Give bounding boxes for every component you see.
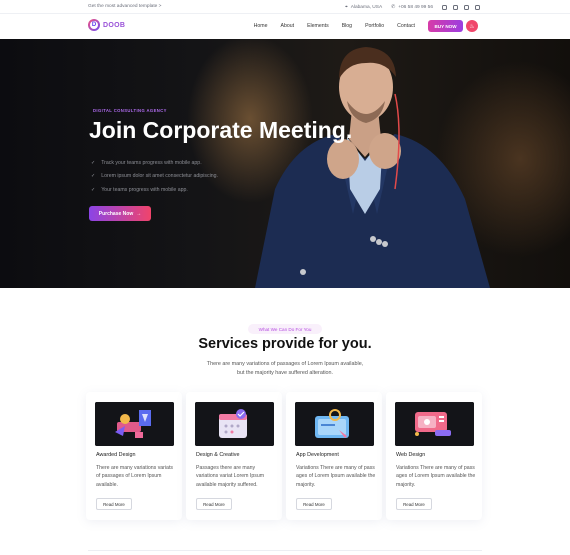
- check-icon: ✓: [91, 159, 96, 166]
- hero-title: Join Corporate Meeting.: [89, 117, 353, 143]
- nav-item-blog[interactable]: Blog: [342, 23, 352, 29]
- facebook-icon[interactable]: [442, 4, 447, 10]
- card-text: Variations There are many of pass ages o…: [396, 465, 476, 488]
- nav-item-elements[interactable]: Elements: [307, 23, 329, 29]
- phone-info[interactable]: ✆ +06 58 49 99 56: [391, 5, 433, 10]
- card-title: Awarded Design: [96, 452, 136, 458]
- nav-item-about[interactable]: About: [281, 23, 295, 29]
- buy-now-button[interactable]: BUY NOW: [428, 20, 463, 32]
- location-info: ⌖ Alabama, USA: [344, 4, 383, 11]
- read-more-button[interactable]: Read More: [196, 498, 232, 510]
- hero-checklist: ✓ Track your teams progress with mobile a…: [91, 156, 218, 197]
- instagram-icon[interactable]: [464, 4, 469, 10]
- service-card-design-creative: Design & Creative Passages there are man…: [186, 392, 282, 520]
- logo[interactable]: D DOOB: [88, 19, 125, 31]
- check-icon: ✓: [91, 186, 96, 193]
- read-more-button[interactable]: Read More: [96, 498, 132, 510]
- hero-image: [255, 47, 490, 288]
- promo-link[interactable]: Get the most advanced template >: [88, 4, 161, 9]
- checklist-item: ✓ Track your teams progress with mobile a…: [91, 156, 218, 170]
- top-bar: Get the most advanced template > ⌖ Alaba…: [0, 0, 570, 14]
- services-tag: What We Can Do For You: [248, 324, 322, 334]
- social-links: [442, 4, 480, 10]
- checklist-item: ✓ Your teams progress with mobile app.: [91, 183, 218, 197]
- nav-item-contact[interactable]: Contact: [397, 23, 415, 29]
- location-text: Alabama, USA: [350, 4, 383, 10]
- twitter-icon[interactable]: [453, 4, 458, 10]
- theme-button[interactable]: ♨: [466, 20, 478, 32]
- awarded-design-illustration: [95, 402, 174, 446]
- services-desc-line: There are many variations of passages of…: [206, 361, 364, 367]
- nav-item-home[interactable]: Home: [254, 23, 268, 29]
- card-text: Variations There are many of pass ages o…: [296, 465, 376, 488]
- services-desc-line: but the majority have suffered alteratio…: [236, 369, 334, 376]
- phone-icon: ✆: [391, 4, 396, 10]
- flame-icon: ♨: [469, 23, 475, 30]
- nav-item-portfolio[interactable]: Portfolio: [365, 23, 384, 29]
- web-design-illustration: [395, 402, 474, 446]
- service-card-app-development: App Development Variations There are man…: [286, 392, 382, 520]
- card-title: Web Design: [396, 452, 426, 458]
- logo-mark: D: [88, 19, 100, 31]
- section-divider: [88, 550, 482, 551]
- design-creative-illustration: [195, 402, 274, 446]
- hero-section: DIGITAL CONSULTING AGENCY Join Corporate…: [0, 39, 570, 288]
- services-description: There are many variations of passages of…: [0, 360, 570, 377]
- hero-tagline: DIGITAL CONSULTING AGENCY: [93, 108, 167, 113]
- checklist-text: Track your teams progress with mobile ap…: [101, 159, 202, 166]
- read-more-button[interactable]: Read More: [396, 498, 432, 510]
- card-text: Passages there are many variations varia…: [196, 465, 265, 488]
- card-title: App Development: [296, 452, 339, 458]
- service-card-awarded-design: Awarded Design There are many variations…: [86, 392, 182, 520]
- arrow-right-icon: →: [136, 210, 142, 217]
- service-card-web-design: Web Design Variations There are many of …: [386, 392, 482, 520]
- services-title: Services provide for you.: [198, 336, 372, 352]
- nav-menu: Home About Elements Blog Portfolio Conta…: [254, 23, 415, 29]
- purchase-now-label: Purchase Now: [98, 210, 134, 217]
- read-more-button[interactable]: Read More: [296, 498, 332, 510]
- main-navigation: D DOOB Home About Elements Blog Portfoli…: [0, 14, 570, 39]
- linkedin-icon[interactable]: [475, 4, 480, 10]
- services-cards: Awarded Design There are many variations…: [86, 392, 484, 520]
- map-pin-icon: ⌖: [344, 5, 348, 10]
- checklist-item: ✓ Lorem ipsum dolor sit amet consectetur …: [91, 170, 218, 184]
- card-title: Design & Creative: [196, 452, 240, 458]
- top-bar-info: ⌖ Alabama, USA ✆ +06 58 49 99 56: [345, 4, 480, 10]
- check-icon: ✓: [91, 173, 96, 180]
- purchase-now-button[interactable]: Purchase Now →: [89, 206, 151, 221]
- phone-text: +06 58 49 99 56: [398, 4, 433, 10]
- checklist-text: Lorem ipsum dolor sit amet consectetur a…: [101, 173, 218, 180]
- checklist-text: Your teams progress with mobile app.: [101, 186, 188, 193]
- logo-text: DOOB: [103, 21, 126, 29]
- app-development-illustration: [295, 402, 374, 446]
- card-text: There are many variations variats of pas…: [96, 465, 173, 488]
